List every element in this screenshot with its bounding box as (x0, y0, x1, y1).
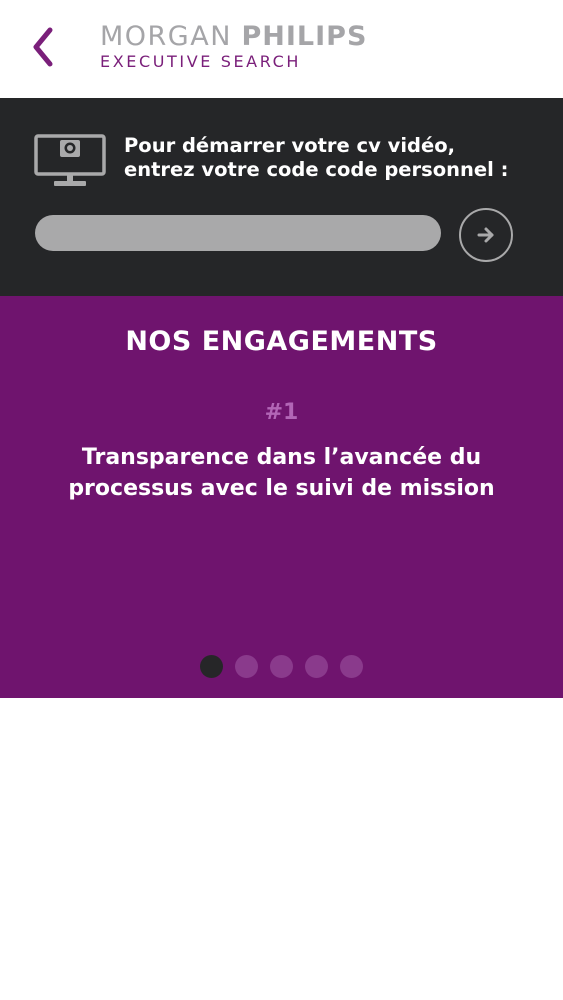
carousel-pagination (0, 655, 563, 678)
personal-code-input[interactable] (35, 215, 441, 251)
engagement-number: #1 (264, 400, 299, 425)
logo-tagline: EXECUTIVE SEARCH (100, 52, 302, 71)
cv-instruction-line1: Pour démarrer votre cv vidéo, (124, 134, 456, 157)
logo-philips: PHILIPS (241, 21, 368, 52)
submit-code-button[interactable] (459, 208, 513, 262)
logo-wordmark: MORGAN PHILIPS (100, 22, 367, 52)
carousel-dot-4[interactable] (305, 655, 328, 678)
carousel-dot-1[interactable] (200, 655, 223, 678)
cv-instruction-line2: entrez votre code code personnel : (124, 158, 509, 181)
cv-video-panel: Pour démarrer votre cv vidéo, entrez vot… (0, 98, 563, 296)
back-button[interactable] (26, 24, 62, 72)
carousel-dot-3[interactable] (270, 655, 293, 678)
arrow-right-icon (477, 227, 494, 243)
engagements-title: NOS ENGAGEMENTS (125, 326, 438, 357)
carousel-dot-5[interactable] (340, 655, 363, 678)
header: MORGAN PHILIPS EXECUTIVE SEARCH (0, 0, 563, 98)
cv-instructions: Pour démarrer votre cv vidéo, entrez vot… (124, 134, 544, 182)
engagements-carousel[interactable]: NOS ENGAGEMENTS #1 Transparence dans l’a… (0, 296, 563, 698)
engagement-text: Transparence dans l’avancée du processus… (68, 445, 495, 501)
carousel-dot-2[interactable] (235, 655, 258, 678)
logo-morgan: MORGAN (100, 21, 232, 52)
chevron-left-icon (33, 27, 53, 67)
webcam-monitor-icon (34, 134, 106, 186)
morgan-philips-logo: MORGAN PHILIPS EXECUTIVE SEARCH (100, 22, 367, 71)
